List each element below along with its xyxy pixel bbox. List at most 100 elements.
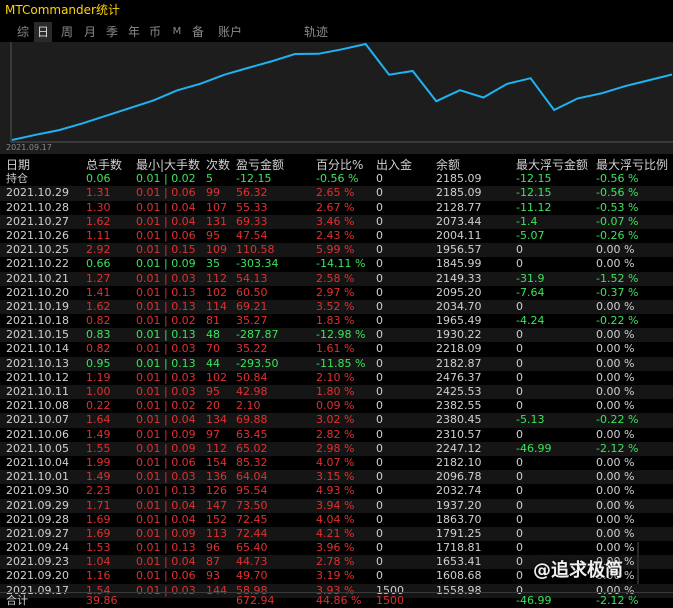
table-row[interactable]: 2021.10.21 1.27 0.01 | 0.03 112 54.13 2.58 % 0…: [0, 271, 673, 286]
cell-bal: 1718.81: [436, 541, 482, 555]
cell-pl: 110.58: [236, 243, 275, 257]
cell-minmax: 0.01 | 0.02: [136, 314, 196, 328]
cell-mfr: 0.00 %: [596, 541, 635, 555]
cell-date: 2021.10.05: [6, 441, 69, 455]
cell-mfl: -5.07: [516, 228, 545, 242]
cell-pct: 3.19 %: [316, 569, 355, 583]
holding-row[interactable]: 持仓 0.06 0.01 | 0.02 5 -12.15 -0.56 % 0 2185.09 -…: [0, 172, 673, 186]
cell-pct: 1.83 %: [316, 314, 355, 328]
cell-date: 2021.10.11: [6, 385, 69, 398]
cell-lots: 1.69: [86, 512, 111, 526]
cell-mfr: 0.00 %: [596, 328, 635, 342]
column-header: 百分比%: [316, 158, 364, 172]
table-row[interactable]: 2021.10.05 1.55 0.01 | 0.09 112 65.02 2.98 % 0…: [0, 441, 673, 456]
table-row[interactable]: 2021.10.13 0.95 0.01 | 0.13 44 -293.50 -11.85…: [0, 356, 673, 371]
cell-pl: 2.10: [236, 399, 261, 413]
tab-summary[interactable]: 综: [14, 22, 32, 42]
total-cell-lots: 39.86: [86, 594, 118, 607]
table-row[interactable]: 2021.10.26 1.11 0.01 | 0.06 95 47.54 2.43 % 0 2…: [0, 229, 673, 243]
tab-weekly[interactable]: 周: [56, 22, 78, 42]
cell-bal: 2185.09: [436, 186, 482, 200]
table-row[interactable]: 2021.10.01 1.49 0.01 | 0.03 136 64.04 3.15 % 0…: [0, 470, 673, 485]
cell-date: 2021.09.27: [6, 526, 69, 540]
cell-mfr: -0.53 %: [596, 200, 639, 214]
cell-minmax: 0.01 | 0.09: [136, 427, 196, 441]
cell-pl: 64.04: [236, 470, 268, 484]
tab-currency[interactable]: 币: [146, 22, 164, 42]
column-header: 日期: [6, 158, 31, 172]
cell-pct: 4.04 %: [316, 512, 355, 526]
cell-lots: 1.62: [86, 214, 111, 228]
cell-io: 0: [376, 498, 383, 512]
table-row[interactable]: 2021.10.06 1.49 0.01 | 0.09 97 63.45 2.82 % 0 2…: [0, 428, 673, 442]
cell-pl: 72.44: [236, 526, 268, 540]
cell-pct: 0.09 %: [316, 399, 355, 413]
cell-bal: 1845.99: [436, 257, 482, 271]
table-row[interactable]: 2021.09.27 1.69 0.01 | 0.09 113 72.44 4.21 % 0…: [0, 526, 673, 542]
table-row[interactable]: 2021.10.08 0.22 0.01 | 0.02 20 2.10 0.09 % 0 23…: [0, 399, 673, 413]
table-row[interactable]: 2021.10.07 1.64 0.01 | 0.04 134 69.88 3.02 % 0…: [0, 413, 673, 428]
cell-count: 35: [206, 257, 220, 271]
cell-io: 0: [376, 356, 383, 370]
table-row[interactable]: 2021.10.28 1.30 0.01 | 0.04 107 55.33 2.67 % 0…: [0, 201, 673, 215]
cell-minmax: 0.01 | 0.06: [136, 186, 196, 200]
cell-date: 2021.10.19: [6, 299, 69, 313]
table-row[interactable]: 2021.09.30 2.23 0.01 | 0.13 126 95.54 4.93 % 0…: [0, 484, 673, 498]
cell-date: 2021.09.28: [6, 512, 69, 526]
table-row[interactable]: 2021.10.27 1.62 0.01 | 0.04 131 69.33 3.46 % 0…: [0, 214, 673, 229]
tab-account[interactable]: 账户: [214, 22, 246, 42]
cell-lots: 1.64: [86, 413, 111, 427]
cell-io: 0: [376, 512, 383, 526]
cell-io: 0: [376, 470, 383, 484]
cell-mfl: -4.24: [516, 314, 545, 328]
tab-monthly[interactable]: 月: [80, 22, 100, 42]
table-row[interactable]: 2021.10.29 1.31 0.01 | 0.06 99 56.32 2.65 % 0 2…: [0, 186, 673, 201]
cell-date: 2021.10.14: [6, 342, 69, 356]
table-row[interactable]: 2021.09.29 1.71 0.01 | 0.04 147 73.50 3.94 % 0…: [0, 498, 673, 513]
table-row[interactable]: 2021.10.25 2.92 0.01 | 0.15 109 110.58 5.99 %…: [0, 243, 673, 258]
window-title: MTCommander统计: [5, 3, 120, 17]
table-row[interactable]: 2021.10.18 0.82 0.01 | 0.02 81 35.27 1.83 % 0 1…: [0, 314, 673, 328]
cell-lots: 1.41: [86, 285, 111, 299]
tab-backup[interactable]: 备: [188, 22, 208, 42]
table-row[interactable]: 2021.10.04 1.99 0.01 | 0.06 154 85.32 4.07 % 0…: [0, 456, 673, 470]
cell-bal: 2128.77: [436, 200, 482, 214]
cell-minmax: 0.01 | 0.03: [136, 470, 196, 484]
cell-io: 0: [376, 328, 383, 342]
table-row[interactable]: 2021.09.28 1.69 0.01 | 0.04 152 72.45 4.04 % 0…: [0, 513, 673, 527]
table-row[interactable]: 2021.10.12 1.19 0.01 | 0.03 102 50.84 2.10 % 0…: [0, 371, 673, 385]
cell-minmax: 0.01 | 0.13: [136, 328, 196, 342]
cell-bal: 2182.10: [436, 455, 482, 469]
cell-pct: 2.98 %: [316, 441, 355, 455]
tab-daily[interactable]: 日: [34, 22, 52, 42]
table-row[interactable]: 2021.10.19 1.62 0.01 | 0.13 114 69.21 3.52 % 0…: [0, 299, 673, 315]
tab-m[interactable]: M: [168, 22, 186, 42]
cell-lots: 2.23: [86, 484, 111, 498]
cell-count: 96: [206, 541, 220, 555]
cell-mfr: 0.00 %: [596, 342, 635, 356]
cell-pct: 2.78 %: [316, 555, 355, 569]
table-row[interactable]: 2021.10.15 0.83 0.01 | 0.13 48 -287.87 -12.98…: [0, 328, 673, 343]
cell-mfl: 0: [516, 526, 523, 540]
cell-mfl: 0: [516, 370, 523, 384]
total-cell-io: 1500: [376, 594, 404, 607]
cell-mfr: 0.00 %: [596, 484, 635, 498]
cell-bal: 1608.68: [436, 569, 482, 583]
table-row[interactable]: 2021.09.24 1.53 0.01 | 0.13 96 65.40 3.96 % 0 1…: [0, 541, 673, 555]
cell-bal: 1863.70: [436, 512, 482, 526]
cell-mfl: -46.99: [516, 441, 552, 455]
cell-minmax: 0.01 | 0.04: [136, 512, 196, 526]
table-row[interactable]: 2021.10.11 1.00 0.01 | 0.03 95 42.98 1.80 % 0 2…: [0, 385, 673, 400]
cell-date: 2021.10.21: [6, 271, 69, 285]
total-cell-pl: 672.94: [236, 594, 275, 607]
table-row[interactable]: 2021.10.20 1.41 0.01 | 0.13 102 60.50 2.97 % 0…: [0, 286, 673, 300]
holding-cell-mfr: -0.56 %: [596, 172, 639, 186]
table-row[interactable]: 2021.10.22 0.66 0.01 | 0.09 35 -303.34 -14.11…: [0, 257, 673, 271]
table-row[interactable]: 2021.10.14 0.82 0.01 | 0.03 70 35.22 1.61 % 0 2…: [0, 342, 673, 356]
tab-yearly[interactable]: 年: [124, 22, 144, 42]
cell-mfl: 0: [516, 569, 523, 583]
cell-lots: 2.92: [86, 243, 111, 257]
cell-lots: 1.55: [86, 441, 111, 455]
tab-quarterly[interactable]: 季: [102, 22, 122, 42]
cell-mfr: -2.12 %: [596, 441, 639, 455]
